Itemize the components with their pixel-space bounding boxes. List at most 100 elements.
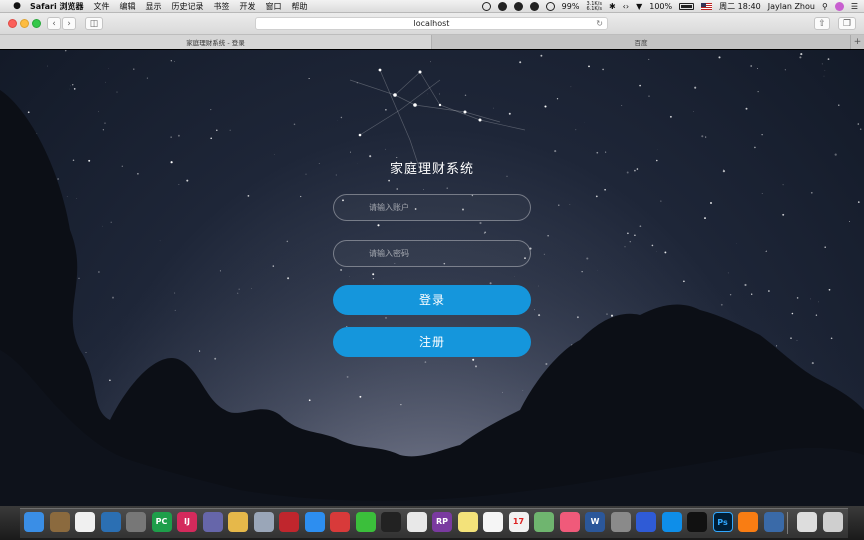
spotlight-icon[interactable]: ⚲: [822, 2, 828, 11]
tab-overview-button[interactable]: ❐: [838, 17, 856, 30]
clock[interactable]: 周二 18:40: [719, 1, 761, 12]
notification-center-icon[interactable]: ☰: [851, 2, 858, 11]
wechat-status-icon[interactable]: [529, 2, 539, 11]
password-field[interactable]: [333, 240, 531, 267]
sublime-icon[interactable]: [738, 512, 758, 532]
notes-icon[interactable]: [49, 512, 70, 532]
photoshop-icon[interactable]: Ps: [712, 512, 733, 532]
tab-baidu[interactable]: 百度: [432, 35, 850, 49]
star: [824, 70, 826, 71]
user-name[interactable]: Jaylan Zhou: [768, 2, 815, 11]
register-button[interactable]: 注册: [333, 327, 531, 357]
presentation-icon[interactable]: [330, 512, 350, 532]
qq2-icon[interactable]: [687, 512, 707, 532]
share-button[interactable]: ⇧: [814, 17, 830, 30]
db-icon[interactable]: [202, 512, 223, 532]
close-window-button[interactable]: [8, 19, 17, 28]
sidebar-button[interactable]: ◫: [85, 17, 103, 30]
star: [446, 187, 448, 189]
qq-icon[interactable]: [381, 512, 401, 532]
flame-icon[interactable]: [497, 2, 507, 11]
menu-app[interactable]: Safari 浏览器: [30, 1, 84, 12]
menu-bookmarks[interactable]: 书签: [214, 1, 230, 12]
input-source-icon[interactable]: [701, 3, 713, 10]
login-button[interactable]: 登录: [333, 285, 531, 315]
forward-button[interactable]: ›: [62, 17, 76, 30]
menu-history[interactable]: 历史记录: [172, 1, 204, 12]
minimize-window-button[interactable]: [20, 19, 29, 28]
menu-window[interactable]: 窗口: [266, 1, 282, 12]
star: [764, 250, 766, 252]
teamviewer-icon[interactable]: [661, 512, 682, 532]
star: [543, 253, 546, 255]
menu-edit[interactable]: 编辑: [120, 1, 136, 12]
siri-icon[interactable]: [834, 2, 844, 11]
password-input[interactable]: [369, 249, 519, 258]
battery-icon[interactable]: [679, 3, 695, 10]
word-icon[interactable]: W: [585, 512, 605, 532]
code-icon[interactable]: ‹›: [623, 2, 629, 11]
zoom-window-button[interactable]: [32, 19, 41, 28]
document-icon[interactable]: [797, 512, 817, 532]
finder-icon[interactable]: [24, 512, 44, 532]
baidu-icon[interactable]: [636, 512, 656, 532]
star: [648, 95, 650, 97]
star: [784, 69, 786, 71]
star: [651, 244, 654, 247]
network-speed: 3.1K/s 6.1K/s: [586, 1, 602, 12]
star: [484, 231, 487, 234]
star: [857, 201, 860, 203]
new-tab-button[interactable]: +: [850, 35, 864, 49]
reload-icon[interactable]: ↻: [596, 18, 603, 30]
star: [782, 184, 784, 186]
music-icon[interactable]: [406, 512, 427, 532]
launchpad-icon[interactable]: [126, 512, 146, 532]
address-bar[interactable]: localhost ↻: [255, 17, 608, 30]
menu-develop[interactable]: 开发: [240, 1, 256, 12]
star: [388, 179, 390, 182]
menu-file[interactable]: 文件: [94, 1, 110, 12]
calendar-icon[interactable]: 17: [508, 512, 529, 532]
bluetooth-icon[interactable]: ✱: [609, 2, 616, 11]
qq-status-icon[interactable]: [513, 2, 523, 11]
login-title: 家庭理财系统: [389, 162, 474, 177]
record-icon[interactable]: [481, 2, 491, 11]
star: [704, 217, 706, 220]
status-area: 99% 3.1K/s 6.1K/s ✱ ‹› ▼ 100% 周二 18:40 J…: [481, 0, 858, 13]
trash-icon[interactable]: [822, 512, 843, 532]
intellij-icon[interactable]: IJ: [177, 512, 197, 532]
page-content: 家庭理财系统 登录 注册: [0, 50, 864, 506]
cpu-icon[interactable]: [545, 2, 555, 11]
feishu-icon[interactable]: [228, 512, 248, 532]
browser-icon[interactable]: [763, 512, 784, 532]
share-icon: ⇧: [818, 18, 826, 29]
tab-login[interactable]: 家庭理财系统 - 登录: [0, 35, 432, 49]
apple-menu-icon[interactable]: ●: [10, 1, 24, 11]
account-input[interactable]: [369, 203, 519, 212]
itunes-icon[interactable]: [559, 512, 580, 532]
star: [508, 112, 511, 115]
redis-icon[interactable]: [279, 512, 299, 532]
star: [857, 123, 860, 125]
pycharm-icon[interactable]: PC: [151, 512, 172, 532]
wifi-icon[interactable]: ▼: [636, 2, 642, 11]
disk-icon[interactable]: [253, 512, 274, 532]
star: [815, 314, 818, 316]
axure-icon[interactable]: RP: [432, 512, 452, 532]
menu-view[interactable]: 显示: [146, 1, 162, 12]
star: [178, 184, 180, 185]
menu-help[interactable]: 帮助: [292, 1, 308, 12]
stickies-icon[interactable]: [457, 512, 478, 532]
photos-icon[interactable]: [75, 512, 95, 532]
star: [502, 391, 503, 393]
maps-icon[interactable]: [534, 512, 554, 532]
preview-icon[interactable]: [100, 512, 121, 532]
star: [174, 61, 175, 63]
account-field[interactable]: [333, 194, 531, 221]
safari-icon[interactable]: [304, 512, 325, 532]
star: [349, 275, 350, 277]
preferences-icon[interactable]: [610, 512, 631, 532]
note-icon[interactable]: [483, 512, 503, 532]
back-button[interactable]: ‹: [47, 17, 61, 30]
wechat-icon[interactable]: [355, 512, 376, 532]
